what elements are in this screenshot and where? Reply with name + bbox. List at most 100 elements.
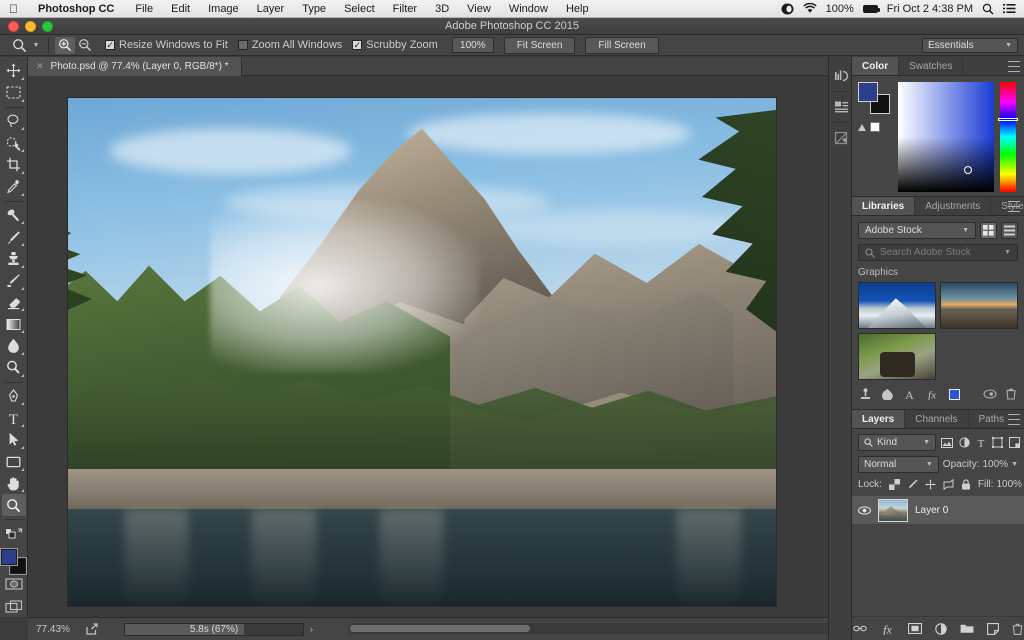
scrubby-zoom-checkbox-box[interactable] [352,40,363,50]
foreground-color-swatch[interactable] [0,548,17,565]
fit-screen-button[interactable]: Fit Screen [503,36,576,54]
panel-menu-icon[interactable] [1008,201,1020,212]
properties-icon[interactable] [829,94,853,120]
new-adjustment-layer-icon[interactable] [935,622,947,635]
share-icon[interactable] [82,623,102,635]
chevron-down-icon[interactable]: ▼ [1004,249,1011,256]
menu-type[interactable]: Type [293,3,335,15]
hue-slider-marker[interactable] [998,118,1018,121]
menu-app-name[interactable]: Photoshop CC [29,3,126,15]
color-swatch-icon[interactable] [949,388,960,400]
opacity-value[interactable]: 100% [982,459,1008,470]
dodge-tool[interactable] [2,357,26,379]
color-panel-swatches[interactable] [858,82,892,116]
hue-slider[interactable] [998,82,1018,192]
zoom-out-button[interactable] [75,37,95,54]
chevron-down-icon[interactable]: ▼ [1011,461,1018,468]
zoom-percent-field[interactable]: 100% [451,37,494,53]
add-layer-style-icon[interactable]: fx [880,623,895,635]
move-tool[interactable] [2,60,26,82]
eyedropper-tool[interactable] [2,176,26,198]
blend-mode-dropdown[interactable]: Normal ▼ [858,456,939,473]
table-row[interactable]: Layer 0 [852,496,1024,524]
marquee-tool[interactable] [2,82,26,104]
filter-type-icon[interactable]: T [976,437,986,448]
zoom-all-windows-checkbox[interactable]: Zoom All Windows [237,39,342,51]
spotlight-search-icon[interactable] [982,3,994,15]
lock-transparent-pixels-icon[interactable] [888,479,900,490]
resize-windows-checkbox-box[interactable] [105,40,115,50]
white-swatch-icon[interactable] [870,122,880,132]
add-content-icon[interactable] [860,388,871,400]
delete-layer-icon[interactable] [1012,623,1023,635]
color-field-marker[interactable] [964,166,972,174]
tab-color[interactable]: Color [852,57,900,75]
menu-image[interactable]: Image [199,3,248,15]
path-selection-tool[interactable] [2,429,26,451]
scrubby-zoom-checkbox[interactable]: Scrubby Zoom [352,39,438,51]
lake-sunset-thumbnail[interactable] [940,282,1018,329]
menu-3d[interactable]: 3D [426,3,458,15]
delete-icon[interactable] [1006,388,1016,400]
character-style-icon[interactable]: A [904,388,915,400]
dropbox-icon[interactable] [781,3,794,15]
brush-presets-icon[interactable] [829,125,853,151]
status-expand-arrow-icon[interactable]: › [310,624,313,634]
layer-style-icon[interactable]: fx [925,388,939,401]
type-tool[interactable]: T [2,407,26,429]
horizontal-scrollbar-thumb[interactable] [350,625,530,632]
panel-menu-icon[interactable] [1008,61,1020,72]
tab-swatches[interactable]: Swatches [899,57,964,75]
forest-rock-thumbnail[interactable] [858,333,936,380]
screen-mode-icon[interactable] [2,595,26,617]
grid-view-icon[interactable] [980,222,997,239]
brush-tool[interactable] [2,226,26,248]
lock-image-pixels-icon[interactable] [907,479,918,490]
blur-tool[interactable] [2,335,26,357]
close-tab-icon[interactable]: ✕ [36,61,44,72]
list-view-icon[interactable] [1001,222,1018,239]
battery-icon[interactable] [862,4,880,13]
libraries-search-field[interactable]: Search Adobe Stock ▼ [858,244,1018,261]
fill-value[interactable]: 100% [996,479,1022,490]
tab-adjustments[interactable]: Adjustments [915,197,992,215]
snow-mountain-thumbnail[interactable] [858,282,936,329]
eraser-tool[interactable] [2,292,26,314]
gamut-warning-icon[interactable] [858,123,866,131]
opacity-control[interactable]: Opacity: 100% ▼ [943,459,1018,470]
default-colors-icon[interactable] [2,523,26,545]
menu-view[interactable]: View [458,3,500,15]
layer-name[interactable]: Layer 0 [915,505,948,516]
layers-filter-kind-dropdown[interactable]: Kind ▼ [858,434,936,451]
link-layers-icon[interactable] [853,624,867,633]
document-tab[interactable]: ✕ Photo.psd @ 77.4% (Layer 0, RGB/8*) * [28,57,242,76]
history-brush-tool[interactable] [2,270,26,292]
tab-layers[interactable]: Layers [852,410,906,428]
filter-shape-icon[interactable] [992,437,1003,448]
horizontal-scrollbar[interactable] [348,623,838,634]
clone-stamp-tool[interactable] [2,248,26,270]
new-group-icon[interactable] [960,623,974,634]
tab-channels[interactable]: Channels [905,410,969,428]
quick-selection-tool[interactable] [2,132,26,154]
zoom-all-windows-checkbox-box[interactable] [237,40,248,50]
hand-tool[interactable] [2,473,26,495]
lock-artboard-icon[interactable] [943,479,954,490]
canvas-area[interactable] [28,76,836,617]
artboard[interactable] [68,98,776,606]
menu-window[interactable]: Window [500,3,557,15]
zoom-tool[interactable] [1,494,26,517]
color-field[interactable] [898,82,994,192]
menu-filter[interactable]: Filter [384,3,426,15]
tool-preset-chevron-icon[interactable]: ▼ [30,37,42,54]
wifi-icon[interactable] [802,3,817,14]
libraries-source-dropdown[interactable]: Adobe Stock ▼ [858,222,976,239]
filter-pixel-icon[interactable] [941,437,953,448]
menu-help[interactable]: Help [557,3,598,15]
zoom-tool-icon[interactable] [8,37,30,54]
crop-tool[interactable] [2,154,26,176]
workspace-switcher[interactable]: Essentials ▼ [922,38,1018,53]
apple-logo-icon[interactable]:  [0,3,29,15]
tab-libraries[interactable]: Libraries [852,197,916,215]
menu-file[interactable]: File [126,3,162,15]
